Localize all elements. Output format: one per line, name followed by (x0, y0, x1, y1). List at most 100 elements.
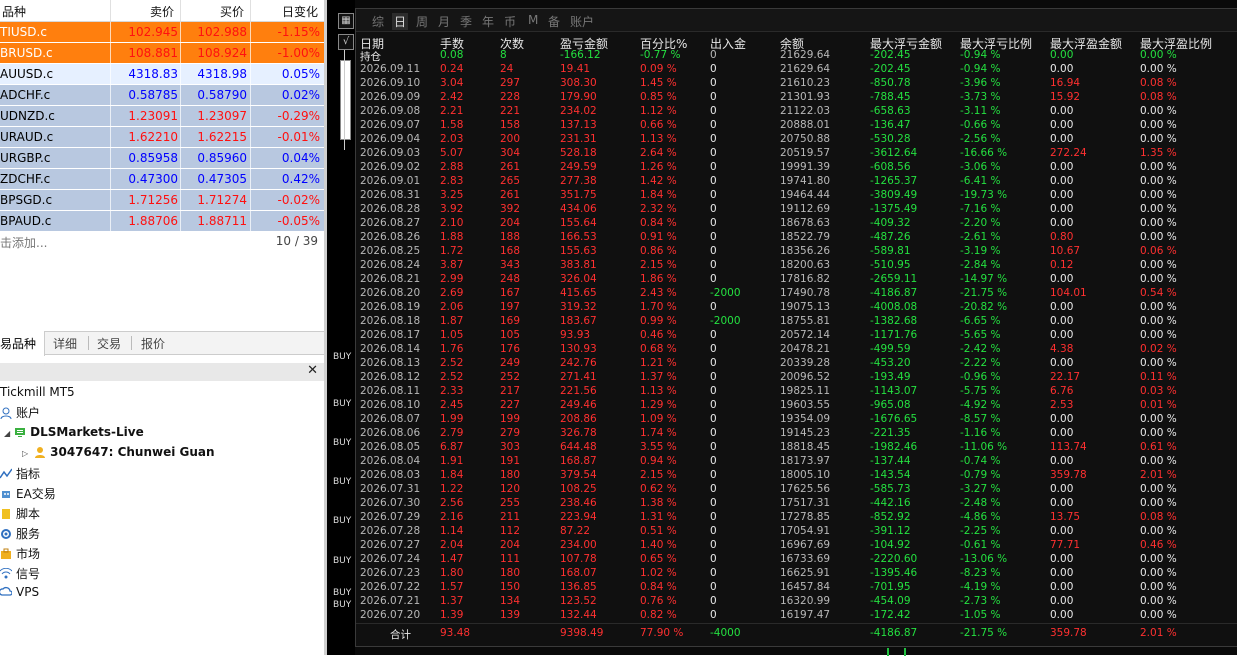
add-symbol-link[interactable]: 击添加... (0, 234, 47, 251)
stats-cell: -453.20 (870, 357, 911, 369)
collapse-icon[interactable]: ◢ (4, 429, 10, 438)
stats-cell: -454.09 (870, 595, 911, 607)
stats-cell: 3.55 % (640, 441, 677, 453)
stats-cell: -530.28 (870, 133, 911, 145)
stats-tab[interactable]: 月 (438, 13, 450, 30)
market-row[interactable]: TIUSD.c 102.945 102.988 -1.15% (0, 22, 324, 43)
nav-item-server[interactable]: ◢ DLSMarkets-Live (4, 425, 144, 439)
stats-cell: 191 (500, 455, 521, 467)
stats-cell: 2026.08.20 (360, 287, 421, 299)
nav-item-services[interactable]: 服务 (0, 525, 40, 542)
market-row[interactable]: UDNZD.c 1.23091 1.23097 -0.29% (0, 106, 324, 127)
nav-item-scripts[interactable]: 脚本 (0, 505, 40, 522)
total-cell: 93.48 (440, 627, 471, 639)
col-ask-header[interactable]: 买价 (220, 3, 244, 20)
nav-label-vps: VPS (16, 585, 40, 599)
nav-label-scripts: 脚本 (16, 507, 41, 521)
stats-cell: 2026.08.27 (360, 217, 421, 229)
stats-cell: 249.46 (560, 399, 597, 411)
tab-symbols[interactable]: 易品种 (0, 331, 46, 356)
market-row[interactable]: ZDCHF.c 0.47300 0.47305 0.42% (0, 169, 324, 190)
col-change-header[interactable]: 日变化 (282, 3, 318, 20)
stats-cell: 19991.39 (780, 161, 831, 173)
stats-tab[interactable]: M (528, 13, 538, 27)
nav-item-experts[interactable]: EA交易 (0, 485, 56, 502)
stats-cell: -0.96 % (960, 371, 1001, 383)
navigator-root[interactable]: Tickmill MT5 (0, 385, 75, 399)
stats-cell: 93.93 (560, 329, 591, 341)
market-row[interactable]: URGBP.c 0.85958 0.85960 0.04% (0, 148, 324, 169)
expert-icon (2, 491, 10, 498)
stats-cell: 0.00 % (1140, 203, 1177, 215)
user-icon (35, 447, 46, 458)
nav-item-accounts[interactable]: 账户 (0, 404, 40, 421)
stats-cell: 2026.09.09 (360, 91, 421, 103)
nav-item-signals[interactable]: 信号 (0, 565, 40, 582)
nav-item-market[interactable]: 市场 (0, 545, 40, 562)
stats-cell: 0.24 (440, 63, 464, 75)
nav-item-indicators[interactable]: 指标 (0, 465, 40, 482)
vps-icon (0, 586, 12, 596)
stats-cell: 0.00 % (1140, 217, 1177, 229)
market-row[interactable]: ADCHF.c 0.58785 0.58790 0.02% (0, 85, 324, 106)
bid-price: 0.85958 (128, 151, 178, 165)
stats-cell: 0 (710, 567, 717, 579)
stats-tab[interactable]: 周 (416, 13, 428, 30)
col-symbol-header[interactable]: 品种 (2, 3, 26, 20)
stats-tab[interactable]: 账户 (570, 13, 594, 30)
stats-cell: 155.64 (560, 217, 597, 229)
total-divider (356, 623, 1237, 624)
stats-cell: 0 (710, 609, 717, 621)
stats-tab[interactable]: 季 (460, 13, 472, 30)
stats-cell: -2.25 % (960, 525, 1001, 537)
grid-toggle-icon[interactable]: ▦ (338, 13, 354, 29)
market-row[interactable]: BPSGD.c 1.71256 1.71274 -0.02% (0, 190, 324, 211)
stats-cell: -658.63 (870, 105, 911, 117)
market-row[interactable]: BPAUD.c 1.88706 1.88711 -0.05% (0, 211, 324, 232)
stats-cell: 180 (500, 469, 521, 481)
stats-tab[interactable]: 币 (504, 13, 516, 30)
stats-cell: 0.08 % (1140, 77, 1177, 89)
daily-change: -0.01% (277, 130, 320, 144)
nav-item-account-user[interactable]: ▷ 3047647: Chunwei Guan (22, 445, 215, 459)
stats-cell: 0.00 % (1140, 133, 1177, 145)
total-cell: 77.90 % (640, 627, 684, 639)
stats-cell: 1.45 % (640, 77, 677, 89)
close-icon[interactable]: ✕ (307, 363, 318, 378)
stats-cell: 0.00 (1050, 455, 1074, 467)
stats-tab[interactable]: 日 (392, 13, 409, 30)
market-row[interactable]: BRUSD.c 108.881 108.924 -1.00% (0, 43, 324, 64)
nav-item-vps[interactable]: VPS (0, 585, 39, 599)
stats-cell: 252 (500, 371, 521, 383)
daily-change: -0.05% (277, 214, 320, 228)
stats-cell: 4.38 (1050, 343, 1074, 355)
stats-cell: 0.62 % (640, 483, 677, 495)
stats-cell: 0 (710, 469, 717, 481)
stats-tab[interactable]: 综 (372, 13, 384, 30)
stats-cell: 1.12 % (640, 105, 677, 117)
stats-cell: 2026.09.10 (360, 77, 421, 89)
market-row[interactable]: URAUD.c 1.62210 1.62215 -0.01% (0, 127, 324, 148)
candle-wick (344, 40, 345, 150)
market-row[interactable]: AUUSD.c 4318.83 4318.98 0.05% (0, 64, 324, 85)
tab-details[interactable]: 详细 (53, 335, 77, 352)
expand-icon[interactable]: ▷ (22, 449, 28, 458)
stats-cell: 0.03 % (1140, 385, 1177, 397)
stats-cell: 0.00 (1050, 329, 1074, 341)
col-bid-header[interactable]: 卖价 (150, 3, 174, 20)
stats-cell: 0 (710, 329, 717, 341)
stats-cell: 249 (500, 357, 521, 369)
bid-price: 102.945 (128, 25, 178, 39)
stats-tab[interactable]: 年 (482, 13, 494, 30)
stats-tab[interactable]: 备 (548, 13, 560, 30)
check-toggle-icon[interactable]: √ (338, 34, 354, 50)
nav-label-indicators: 指标 (16, 467, 41, 481)
stats-cell: 2026.08.25 (360, 245, 421, 257)
tab-trading[interactable]: 交易 (97, 335, 121, 352)
tab-ticks[interactable]: 报价 (141, 335, 165, 352)
stats-cell: -0.94 % (960, 63, 1001, 75)
position-cell: -0.77 % (640, 49, 681, 61)
stats-cell: 20888.01 (780, 119, 831, 131)
stats-cell: 136.85 (560, 581, 597, 593)
stats-cell: 16320.99 (780, 595, 831, 607)
